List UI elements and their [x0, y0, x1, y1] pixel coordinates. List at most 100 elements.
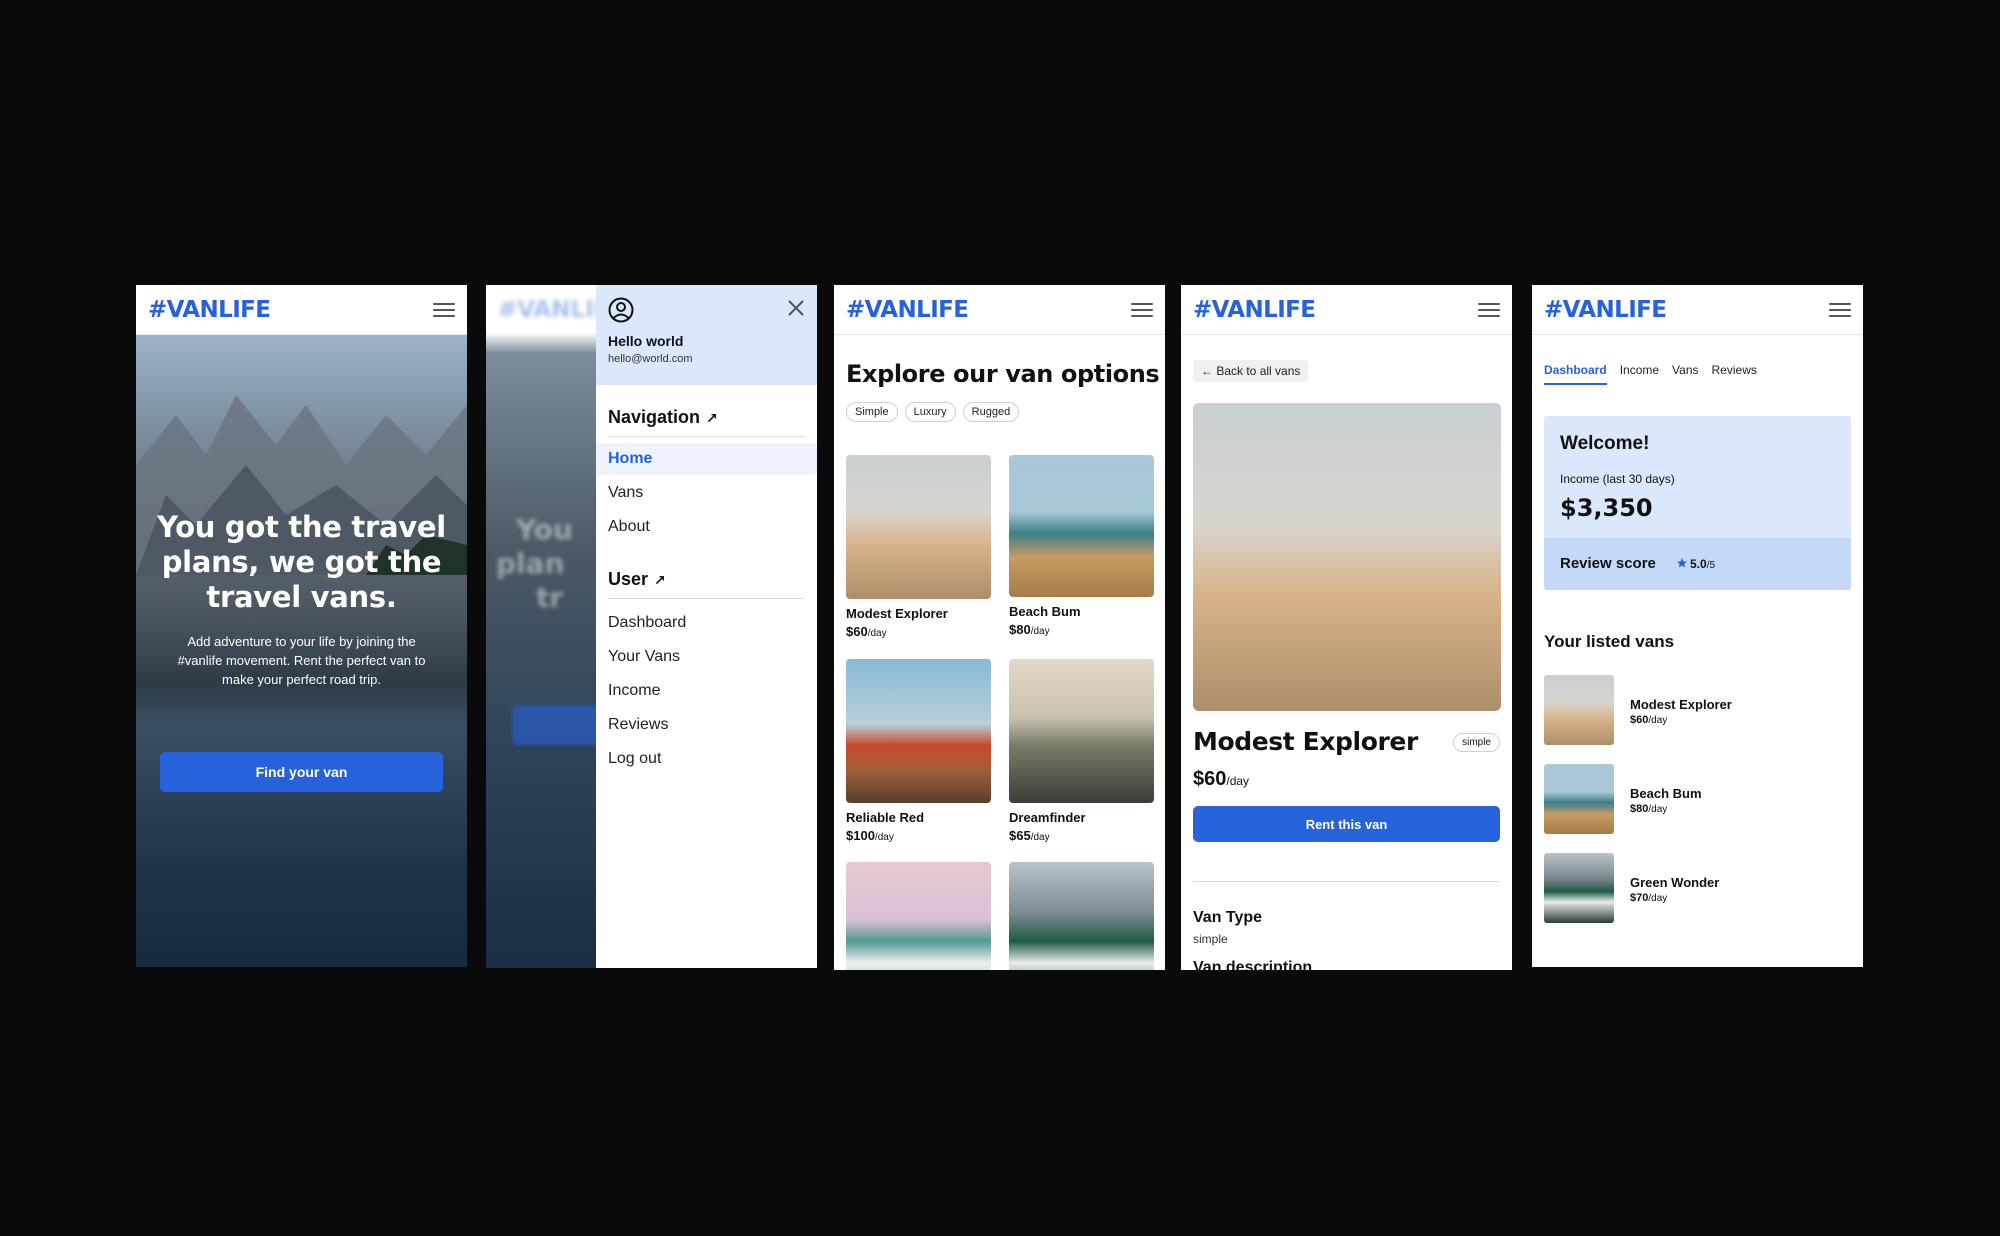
blurred-headline: plan: [496, 547, 565, 580]
arrow-up-right-icon: ↗: [706, 410, 718, 426]
hero-headline: You got the travel plans, we got the tra…: [157, 510, 446, 614]
van-price: $100/day: [846, 828, 894, 843]
nav-item-your-vans[interactable]: Your Vans: [596, 641, 817, 673]
hamburger-menu-icon[interactable]: [1131, 303, 1153, 317]
nav-drawer: Hello world hello@world.com Navigation ↗ …: [596, 285, 817, 968]
host-tabs: Dashboard Income Vans Reviews: [1544, 363, 1757, 385]
van-card[interactable]: Dreamfinder $65/day: [1009, 659, 1154, 843]
van-type-badge: simple: [1453, 733, 1500, 752]
divider: [608, 436, 805, 437]
review-score-label: Review score: [1560, 555, 1656, 572]
nav-item-log-out[interactable]: Log out: [596, 743, 817, 775]
vans-screen: #VANLIFE Explore our van options Simple …: [834, 285, 1165, 970]
dashboard-screen: #VANLIFE Dashboard Income Vans Reviews W…: [1532, 285, 1863, 967]
hero-subtext: Add adventure to your life by joining th…: [177, 634, 426, 687]
brand-logo[interactable]: #VANLIFE: [1193, 297, 1316, 323]
van-detail-screen: #VANLIFE ← Back to all vans Modest Explo…: [1181, 285, 1512, 970]
tab-reviews[interactable]: Reviews: [1712, 363, 1757, 385]
nav-item-dashboard[interactable]: Dashboard: [596, 607, 817, 639]
welcome-card: Welcome! Income (last 30 days) $3,350: [1544, 416, 1851, 538]
hero-section: You got the travel plans, we got the tra…: [136, 335, 467, 967]
van-hero-image: [1193, 403, 1501, 711]
user-email: hello@world.com: [608, 353, 693, 365]
brand-logo[interactable]: #VANLIFE: [148, 297, 271, 323]
nav-item-vans[interactable]: Vans: [596, 477, 817, 509]
arrow-up-right-icon: ↗: [654, 572, 666, 588]
income-value: $3,350: [1560, 494, 1653, 522]
header: #VANLIFE: [834, 285, 1165, 335]
van-price: $60/day: [1193, 768, 1250, 790]
review-score-card[interactable]: Review score 5.0/5: [1544, 538, 1851, 590]
user-circle-icon: [608, 297, 634, 323]
divider: [1193, 881, 1500, 882]
filter-chips: Simple Luxury Rugged: [846, 402, 1020, 422]
brand-logo[interactable]: #VANLIFE: [1544, 297, 1667, 323]
home-screen: #VANLIFE You got the travel plans, we go…: [136, 285, 467, 967]
blurred-headline: You: [516, 513, 573, 546]
van-description-heading: Van description: [1193, 959, 1313, 970]
van-card[interactable]: Modest Explorer $60/day: [846, 455, 991, 639]
nav-item-income[interactable]: Income: [596, 675, 817, 707]
van-card[interactable]: Reliable Red $100/day: [846, 659, 991, 843]
van-price: $60/day: [846, 624, 887, 639]
nav-item-home[interactable]: Home: [596, 443, 817, 475]
nav-item-about[interactable]: About: [596, 511, 817, 543]
hamburger-menu-icon[interactable]: [1478, 303, 1500, 317]
tab-dashboard[interactable]: Dashboard: [1544, 363, 1607, 385]
income-label: Income (last 30 days): [1560, 472, 1675, 486]
van-card[interactable]: [1009, 862, 1154, 970]
user-name: Hello world: [608, 333, 684, 349]
header: #VANLIFE: [1181, 285, 1512, 335]
van-name: Modest Explorer: [1630, 697, 1732, 712]
van-price: $60/day: [1630, 714, 1668, 726]
user-panel: Hello world hello@world.com: [596, 285, 817, 385]
blurred-headline: tr: [536, 581, 564, 614]
listed-vans-heading: Your listed vans: [1544, 632, 1675, 651]
filter-luxury[interactable]: Luxury: [904, 402, 956, 422]
close-icon[interactable]: [787, 299, 805, 317]
header: #VANLIFE: [1532, 285, 1863, 335]
navigation-heading: Navigation ↗: [608, 407, 718, 427]
van-image: [1009, 455, 1154, 597]
hamburger-menu-icon[interactable]: [433, 303, 455, 317]
van-type-value: simple: [1193, 932, 1228, 946]
van-thumbnail: [1544, 853, 1614, 923]
van-name: Modest Explorer: [1193, 727, 1418, 756]
blurred-background: #VANLIFE You plan tr: [486, 285, 625, 968]
van-name: Green Wonder: [1630, 875, 1720, 890]
van-type-heading: Van Type: [1193, 909, 1263, 926]
user-heading: User ↗: [608, 569, 666, 589]
van-name: Reliable Red: [846, 810, 925, 825]
van-name: Modest Explorer: [846, 606, 948, 621]
listed-van-item[interactable]: Green Wonder $70/day: [1544, 853, 1844, 923]
tab-income[interactable]: Income: [1620, 363, 1659, 385]
page-title: Explore our van options: [846, 360, 1160, 388]
van-image: [846, 659, 991, 803]
van-thumbnail: [1544, 764, 1614, 834]
van-thumbnail: [1544, 675, 1614, 745]
van-name: Beach Bum: [1630, 786, 1702, 801]
listed-van-item[interactable]: Beach Bum $80/day: [1544, 764, 1844, 834]
van-price: $70/day: [1630, 892, 1668, 904]
hamburger-menu-icon[interactable]: [1829, 303, 1851, 317]
van-price: $65/day: [1009, 828, 1050, 843]
van-image: [1009, 862, 1154, 970]
brand-logo[interactable]: #VANLIFE: [846, 297, 969, 323]
welcome-title: Welcome!: [1560, 433, 1650, 454]
van-price: $80/day: [1630, 803, 1668, 815]
van-image: [846, 455, 991, 599]
nav-item-reviews[interactable]: Reviews: [596, 709, 817, 741]
van-image: [846, 862, 991, 970]
listed-van-item[interactable]: Modest Explorer $60/day: [1544, 675, 1844, 745]
find-your-van-button[interactable]: Find your van: [160, 752, 443, 792]
van-card[interactable]: Beach Bum $80/day: [1009, 455, 1154, 637]
tab-vans[interactable]: Vans: [1672, 363, 1698, 385]
rent-this-van-button[interactable]: Rent this van: [1193, 806, 1500, 842]
filter-rugged[interactable]: Rugged: [962, 402, 1020, 422]
van-price: $80/day: [1009, 622, 1050, 637]
star-icon: [1677, 558, 1687, 568]
van-card[interactable]: [846, 862, 991, 970]
back-to-all-vans-link[interactable]: ← Back to all vans: [1193, 360, 1309, 382]
van-image: [1009, 659, 1154, 803]
filter-simple[interactable]: Simple: [846, 402, 898, 422]
